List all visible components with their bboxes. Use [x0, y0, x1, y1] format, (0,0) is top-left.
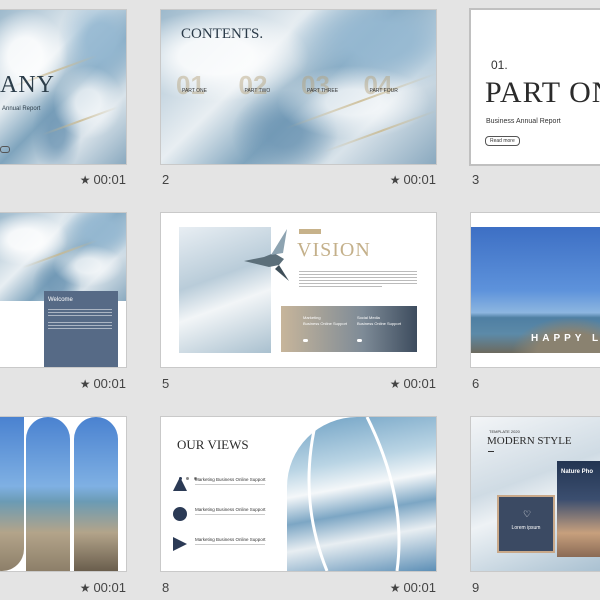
slide-5-number: 5 [162, 376, 170, 391]
contents-item-label: PART THREE [307, 88, 339, 94]
slide-thumbnail-9[interactable]: TEMPLATE 2020 MODERN STYLE ♡ Lorem ipsum… [471, 417, 600, 571]
nature-card-title: Nature Pho [561, 469, 594, 475]
slide-thumbnail-4[interactable]: Welcome [0, 213, 126, 367]
slide-9-number: 9 [472, 580, 480, 595]
slide-3-subtitle: Business Annual Report [486, 118, 561, 125]
marble-image [0, 213, 126, 301]
contents-item: 01 PART ONE [176, 70, 239, 110]
slide-1-button [0, 146, 10, 153]
star-icon: ★ [79, 581, 91, 595]
slide-8-title: OUR VIEWS [177, 437, 249, 452]
slide-3-title: PART ON [485, 76, 600, 109]
star-icon: ★ [389, 173, 401, 187]
slide-3-part-number: 01. [491, 58, 508, 72]
card-2-title: Social Media [357, 315, 380, 320]
views-item: Marketing Business Online Support [173, 535, 283, 565]
contents-item-number: 04 [363, 70, 393, 100]
slide-thumbnail-3[interactable]: 01. PART ON Business Annual Report Read … [471, 10, 600, 164]
vision-tag [299, 229, 321, 234]
contents-item: 04 PART FOUR [364, 70, 427, 110]
molecule-icon [173, 507, 187, 521]
views-item-label: Marketing Business Online Support [195, 537, 266, 542]
slide-6-number: 6 [472, 376, 480, 391]
slide-5-duration: ★ 00:01 [389, 376, 436, 391]
play-icon [173, 537, 187, 551]
contents-item-number: 03 [301, 70, 330, 100]
slide-8-number: 8 [162, 580, 170, 595]
slide-9-title: MODERN STYLE [487, 435, 572, 447]
contents-list: 01 PART ONE 02 PART TWO 03 PART THREE 04… [176, 70, 426, 110]
slide-thumbnail-1[interactable]: ANY Annual Report [0, 10, 126, 164]
star-icon: ★ [389, 377, 401, 391]
slide-7-duration: ★ 00:01 [79, 580, 126, 595]
slide-thumbnail-8[interactable]: OUR VIEWS Marketing Business Online Supp… [161, 417, 436, 571]
slide-5-title: VISION [297, 239, 371, 261]
arch-photo [0, 417, 24, 571]
welcome-panel: Welcome [44, 291, 118, 367]
card-2-subtitle: Business Online Support [357, 321, 402, 326]
read-more-button[interactable]: Read more [485, 136, 520, 146]
cloud-icon [303, 339, 308, 342]
hummingbird-icon [244, 229, 289, 281]
slide-thumbnail-5[interactable]: VISION Marketing Business Online Support… [161, 213, 436, 367]
nature-photo-card: Nature Pho [557, 461, 600, 557]
slide-1-title: ANY [0, 72, 55, 98]
contents-item-label: PART ONE [182, 88, 208, 94]
slide-4-duration: ★ 00:01 [79, 376, 126, 391]
views-item: Marketing Business Online Support [173, 505, 283, 535]
slide-1-subtitle: Annual Report [2, 106, 41, 112]
lorem-card: ♡ Lorem ipsum [497, 495, 555, 553]
contents-item-number: 02 [238, 70, 268, 100]
star-icon: ★ [389, 581, 401, 595]
slide-3-number: 3 [472, 172, 480, 187]
contents-item-label: PART FOUR [369, 88, 398, 94]
title-underline [488, 451, 494, 452]
slide-9-tag: TEMPLATE 2020 [489, 429, 520, 434]
slide-8-duration: ★ 00:01 [389, 580, 436, 595]
slide-4-title: Welcome [48, 297, 73, 303]
slide-thumbnail-2[interactable]: CONTENTS. 01 PART ONE 02 PART TWO 03 PAR… [161, 10, 436, 164]
star-icon: ★ [79, 377, 91, 391]
gold-vein [324, 109, 436, 153]
welcome-text [48, 307, 112, 331]
arch-photo [74, 417, 118, 571]
lorem-card-title: Lorem ipsum [511, 525, 541, 531]
arch-photo [26, 417, 70, 571]
slide-6-title: HAPPY L [531, 333, 600, 344]
triangle-icon [173, 477, 187, 491]
vision-cards: Marketing Business Online Support Social… [281, 306, 417, 352]
white-lines-decoration [307, 417, 401, 571]
contents-item-number: 01 [176, 70, 205, 100]
heart-icon: ♡ [523, 509, 532, 519]
gold-vein [42, 106, 118, 136]
slide-thumbnail-6[interactable]: HAPPY L [471, 213, 600, 367]
slide-thumbnail-7[interactable] [0, 417, 126, 571]
slide-1-duration: ★ 00:01 [79, 172, 126, 187]
views-list: Marketing Business Online Support Market… [173, 475, 283, 565]
slide-2-title: CONTENTS. [181, 26, 264, 42]
vision-text [299, 269, 417, 289]
card-1-title: Marketing [303, 315, 321, 320]
card-1-subtitle: Business Online Support [303, 321, 348, 326]
views-item-label: Marketing Business Online Support [195, 477, 266, 482]
views-item: Marketing Business Online Support [173, 475, 283, 505]
views-item-label: Marketing Business Online Support [195, 507, 266, 512]
cloud-icon [357, 339, 362, 342]
slide-2-number: 2 [162, 172, 170, 187]
star-icon: ★ [79, 173, 91, 187]
contents-item: 02 PART TWO [239, 70, 302, 110]
contents-item-label: PART TWO [244, 88, 271, 94]
slide-2-duration: ★ 00:01 [389, 172, 436, 187]
contents-item: 03 PART THREE [301, 70, 364, 110]
